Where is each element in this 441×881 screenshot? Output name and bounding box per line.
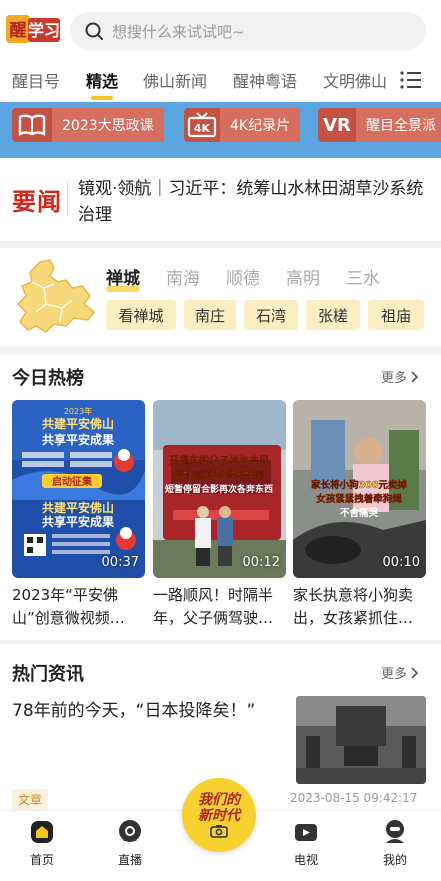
chevron-right-icon	[411, 370, 419, 383]
svg-text:共享平安成果: 共享平安成果	[42, 514, 114, 529]
svg-text:短暂停留合影再次各奔东西: 短暂停留合影再次各奔东西	[165, 483, 273, 495]
video-caption[interactable]: 家长执意将小狗卖出，女孩紧抓住…	[293, 584, 427, 630]
center-button-line1: 我们的	[198, 792, 240, 808]
nav-profile[interactable]: 我的	[365, 819, 425, 868]
district-tab-shunde[interactable]: 顺德	[226, 264, 260, 289]
more-label: 更多	[381, 667, 408, 682]
video-thumbnail: 开货车的父子半年未见 他们服务区难得相遇 短暂停留合影再次各奔东西	[153, 400, 286, 578]
hot-news-more-button[interactable]: 更多	[381, 663, 419, 682]
chevron-right-icon	[411, 666, 419, 679]
town-button[interactable]: 南庄	[184, 300, 236, 330]
svg-text:启动征集: 启动征集	[52, 475, 93, 488]
district-active-indicator	[106, 286, 140, 292]
svg-text:他们服务区难得相遇: 他们服务区难得相遇	[173, 468, 264, 481]
video-duration: 00:10	[382, 555, 420, 570]
svg-text:共建平安佛山: 共建平安佛山	[42, 416, 114, 431]
search-bar[interactable]: 想搜什么来试试吧~	[70, 12, 426, 50]
nav-tv[interactable]: 电视	[276, 819, 336, 868]
hot-news-title: 热门资讯	[12, 664, 84, 685]
channel-tabs: 醒目号 精选 佛山新闻 醒神粤语 文明佛山	[0, 62, 441, 102]
tab-xingmuhao[interactable]: 醒目号	[12, 68, 60, 92]
video-card-2[interactable]: 开货车的父子半年未见 他们服务区难得相遇 短暂停留合影再次各奔东西 00:12	[153, 400, 286, 578]
article-timestamp: 2023-08-15 09:42:17	[290, 791, 418, 805]
search-placeholder: 想搜什么来试试吧~	[112, 22, 245, 41]
town-button[interactable]: 石湾	[244, 300, 298, 330]
hot-list-title: 今日热榜	[12, 368, 84, 389]
svg-text:醒: 醒	[10, 21, 27, 41]
more-label: 更多	[381, 371, 408, 386]
video-caption[interactable]: 2023年“平安佛山”创意微视频…	[12, 584, 146, 630]
tv-icon	[295, 824, 317, 841]
home-icon	[31, 821, 53, 843]
banner-label: 4K纪录片	[220, 108, 301, 142]
divider	[67, 180, 68, 216]
nav-home[interactable]: 首页	[12, 819, 72, 868]
video-thumbnail: 2023年 共建平安佛山 共享平安成果 启动征集 共建平安佛山 共享平安成果	[12, 400, 145, 578]
tab-jingxuan[interactable]: 精选	[86, 68, 118, 92]
svg-text:开货车的父子半年未见: 开货车的父子半年未见	[169, 454, 269, 467]
tab-wenming-foshan[interactable]: 文明佛山	[323, 68, 387, 92]
nav-label: 我的	[382, 853, 407, 867]
camera-icon	[210, 825, 228, 838]
news-article-title[interactable]: 78年前的今天，“日本投降矣！”	[12, 696, 282, 721]
video-card-3[interactable]: 家长将小狗300元卖掉 女孩紧紧拽着牵狗绳 不舍痛哭 00:10	[293, 400, 426, 578]
nav-label: 直播	[117, 853, 142, 867]
new-era-center-button[interactable]: 我们的 新时代	[182, 778, 256, 852]
feature-banner: 2023大思政课 4K 4K纪录片 VR 醒目全景派	[0, 102, 441, 158]
profile-icon	[386, 820, 404, 843]
top-header: 醒 学习 想搜什么来试试吧~	[0, 0, 441, 62]
svg-text:4K: 4K	[194, 122, 211, 135]
svg-text:家长将小狗300元卖掉: 家长将小狗300元卖掉	[311, 479, 407, 491]
banner-label: 2023大思政课	[52, 108, 164, 142]
news-thumbnail[interactable]	[296, 696, 426, 784]
district-tab-gaoming[interactable]: 高明	[286, 264, 320, 289]
banner-label: 醒目全景派	[356, 108, 441, 142]
nav-label: 首页	[29, 853, 54, 867]
app-logo[interactable]: 醒 学习	[6, 12, 60, 46]
svg-text:女孩紧紧拽着牵狗绳: 女孩紧紧拽着牵狗绳	[316, 493, 402, 505]
svg-text:2023年: 2023年	[64, 406, 92, 416]
tab-xingshen-yueyu[interactable]: 醒神粤语	[233, 68, 297, 92]
video-card-1[interactable]: 2023年 共建平安佛山 共享平安成果 启动征集 共建平安佛山 共享平安成果 0…	[12, 400, 145, 578]
video-duration: 00:12	[242, 555, 280, 570]
video-duration: 00:37	[101, 555, 139, 570]
banner-item-sizheng[interactable]: 2023大思政课	[12, 108, 164, 142]
svg-text:共建平安佛山: 共建平安佛山	[42, 500, 114, 515]
headline-text[interactable]: 镜观·领航｜习近平：统筹山水林田湖草沙系统治理	[78, 176, 434, 228]
town-button[interactable]: 张槎	[306, 300, 360, 330]
headline-news[interactable]: 要闻 镜观·领航｜习近平：统筹山水林田湖草沙系统治理	[0, 158, 441, 242]
svg-text:学习: 学习	[28, 21, 60, 40]
channel-menu-icon[interactable]	[400, 70, 422, 90]
banner-item-4k[interactable]: 4K 4K纪录片	[184, 108, 301, 142]
center-button-line2: 新时代	[198, 808, 240, 824]
town-button[interactable]: 祖庙	[368, 300, 424, 330]
nav-label: 电视	[293, 853, 318, 867]
section-gap	[0, 640, 441, 644]
district-section: 禅城 南海 顺德 高明 三水 看禅城 南庄 石湾 张槎 祖庙	[0, 248, 441, 344]
banner-item-vr[interactable]: VR 醒目全景派	[318, 108, 441, 142]
video-caption[interactable]: 一路顺风！时隔半年，父子俩驾驶…	[153, 584, 287, 630]
town-button[interactable]: 看禅城	[106, 300, 176, 330]
svg-text:不舍痛哭: 不舍痛哭	[340, 507, 379, 519]
search-icon	[85, 22, 103, 40]
tab-foshan-news[interactable]: 佛山新闻	[143, 68, 207, 92]
district-map-icon[interactable]	[10, 256, 100, 336]
book-icon	[12, 108, 52, 142]
vr-icon: VR	[323, 114, 351, 136]
headline-badge: 要闻	[12, 188, 62, 216]
svg-text:共享平安成果: 共享平安成果	[42, 432, 114, 447]
video-thumbnail: 家长将小狗300元卖掉 女孩紧紧拽着牵狗绳 不舍痛哭	[293, 400, 426, 578]
hot-list-more-button[interactable]: 更多	[381, 367, 419, 386]
tv-4k-icon: 4K	[184, 108, 220, 142]
district-tab-sanshui[interactable]: 三水	[346, 264, 380, 289]
article-type-tag: 文章	[12, 789, 49, 810]
section-gap	[0, 346, 441, 354]
active-tab-indicator	[91, 96, 113, 100]
live-icon	[119, 820, 141, 842]
nav-live[interactable]: 直播	[100, 819, 160, 868]
district-tab-nanhai[interactable]: 南海	[166, 264, 200, 289]
